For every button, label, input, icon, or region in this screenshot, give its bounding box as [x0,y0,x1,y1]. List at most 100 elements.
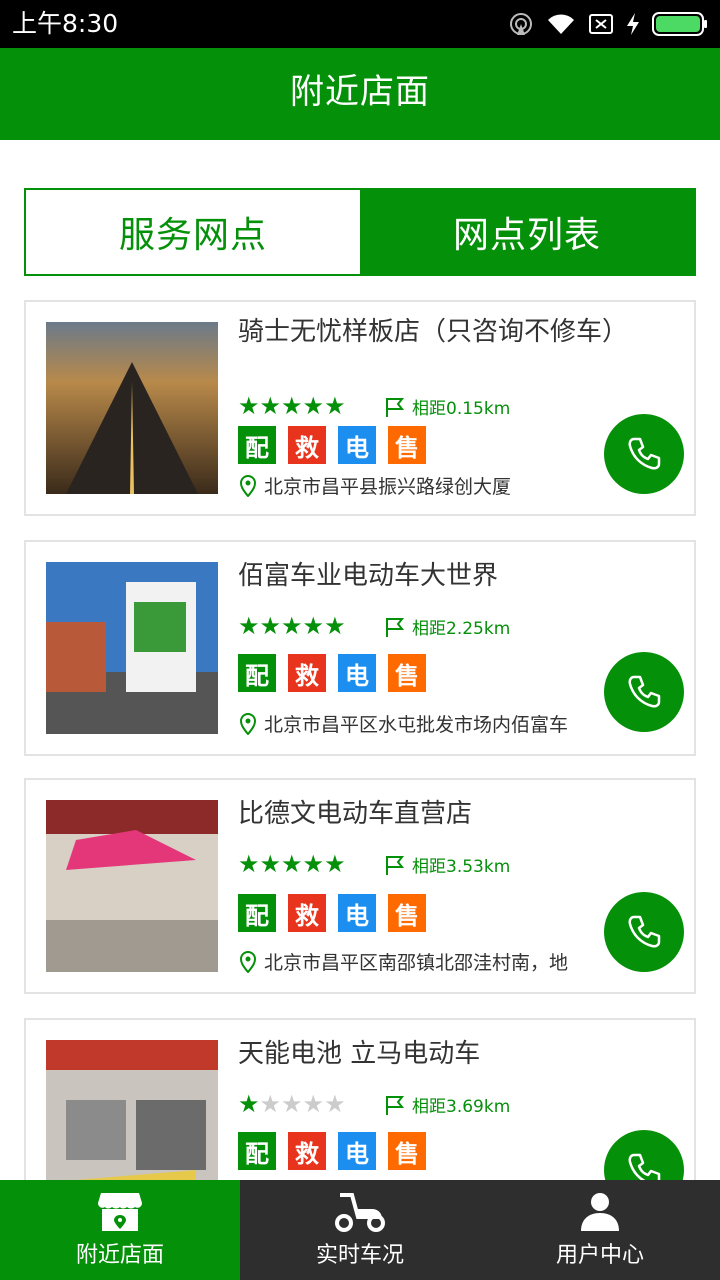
tag-sales: 售 [388,894,426,932]
store-name[interactable]: 比德文电动车直营店 [238,800,618,828]
store-card[interactable]: 天能电池 立马电动车 ★★★★★ 相距3.69km 配 救 电 售 [24,1018,696,1180]
store-thumbnail [46,800,218,972]
wifi-icon [548,14,574,34]
distance: 相距2.25km [384,614,510,639]
service-tags: 配 救 电 售 [238,426,426,464]
star-icon: ★ [238,392,260,420]
flag-icon [386,1095,405,1115]
address-text: 北京市昌平县振兴路绿创大厦 [264,476,512,498]
store-thumbnail [46,322,218,494]
status-bar: 上午8:30 [0,0,720,48]
star-icon: ★ [281,612,303,640]
service-tags: 配 救 电 售 [238,1132,426,1170]
tag-battery: 电 [338,654,376,692]
service-tags: 配 救 电 售 [238,654,426,692]
star-icon: ★ [259,392,282,420]
tag-battery: 电 [338,894,376,932]
store-thumbnail [46,1040,218,1180]
nav-label: 用户中心 [555,1243,644,1268]
nav-vehicle-status[interactable]: 实时车况 [240,1180,480,1280]
tag-battery: 电 [338,426,376,464]
tag-parts: 配 [238,894,276,932]
location-pin-icon [239,950,257,973]
service-tags: 配 救 电 售 [238,894,426,932]
star-icon: ★ [281,392,303,420]
flag-icon [386,617,405,637]
store-card[interactable]: 比德文电动车直营店 ★★★★★ 相距3.53km 配 救 电 售 北京市昌平区南… [24,778,696,994]
star-icon: ★ [302,612,325,640]
store-card[interactable]: 骑士无忧样板店（只咨询不修车） ★★★★★ 相距0.15km 配 救 电 售 北… [24,300,696,516]
star-icon: ★ [238,850,260,878]
address: 北京市昌平区水屯批发市场内佰富车 [238,710,588,737]
star-empty-icon: ★ [324,1090,346,1118]
nav-nearby-stores[interactable]: 附近店面 [0,1180,240,1280]
nav-label: 实时车况 [315,1243,404,1268]
nav-user-center[interactable]: 用户中心 [480,1180,720,1280]
phone-icon [628,675,661,708]
phone-icon [628,1153,661,1180]
store-name[interactable]: 骑士无忧样板店（只咨询不修车） [238,318,628,346]
app-bar: 附近店面 [0,48,720,140]
star-icon: ★ [259,612,282,640]
store-name[interactable]: 天能电池 立马电动车 [238,1040,618,1068]
star-empty-icon: ★ [259,1090,282,1118]
charging-icon [627,13,639,35]
flag-icon [386,397,405,417]
address: 北京市昌平区南邵镇北邵洼村南，地 [238,948,588,975]
page-title: 附近店面 [290,72,430,112]
distance: 相距0.15km [384,394,510,419]
flag-icon [386,855,405,875]
tag-sales: 售 [388,426,426,464]
store-name[interactable]: 佰富车业电动车大世界 [238,562,618,590]
call-button[interactable] [604,1130,684,1180]
distance: 相距3.53km [384,852,510,877]
store-thumbnail [46,562,218,734]
battery-icon [652,12,707,36]
star-icon: ★ [324,850,346,878]
bottom-nav: 附近店面 实时车况 用户中心 [0,1180,720,1280]
user-icon [581,1193,619,1231]
location-pin-icon [239,474,257,497]
tag-sales: 售 [388,654,426,692]
tab-point-list[interactable]: 网点列表 [360,190,694,274]
sim-off-icon [589,14,613,34]
status-icons [508,10,708,38]
segmented-control: 服务网点 网点列表 [24,188,696,276]
tag-rescue: 救 [288,894,326,932]
rating-stars: ★★★★★ [238,392,346,420]
rating-stars: ★★★★★ [238,850,346,878]
distance-text: 相距0.15km [412,399,511,419]
star-empty-icon: ★ [302,1090,325,1118]
star-icon: ★ [238,612,260,640]
nav-label: 附近店面 [75,1243,164,1268]
tag-battery: 电 [338,1132,376,1170]
tag-parts: 配 [238,1132,276,1170]
star-icon: ★ [324,612,346,640]
store-list[interactable]: 骑士无忧样板店（只咨询不修车） ★★★★★ 相距0.15km 配 救 电 售 北… [24,300,696,1180]
star-icon: ★ [302,850,325,878]
distance-text: 相距3.53km [412,857,511,877]
tab-service-points[interactable]: 服务网点 [26,190,360,274]
hotspot-icon [510,13,532,35]
location-pin-icon [239,712,257,735]
rating-stars: ★★★★★ [238,1090,346,1118]
distance-text: 相距3.69km [412,1097,511,1117]
address-text: 北京市昌平区南邵镇北邵洼村南，地 [264,952,569,974]
phone-icon [628,915,661,948]
rating-stars: ★★★★★ [238,612,346,640]
address-text: 北京市昌平区水屯批发市场内佰富车 [264,714,569,736]
star-icon: ★ [259,850,282,878]
star-icon: ★ [238,1090,260,1118]
address: 北京市昌平县振兴路绿创大厦 [238,472,588,499]
star-icon: ★ [324,392,346,420]
star-icon: ★ [302,392,325,420]
status-time: 上午8:30 [12,9,119,38]
store-card[interactable]: 佰富车业电动车大世界 ★★★★★ 相距2.25km 配 救 电 售 北京市昌平区… [24,540,696,756]
call-button[interactable] [604,652,684,732]
call-button[interactable] [604,892,684,972]
scooter-icon [335,1193,385,1232]
tag-rescue: 救 [288,1132,326,1170]
distance-text: 相距2.25km [412,619,511,639]
tag-parts: 配 [238,654,276,692]
call-button[interactable] [604,414,684,494]
